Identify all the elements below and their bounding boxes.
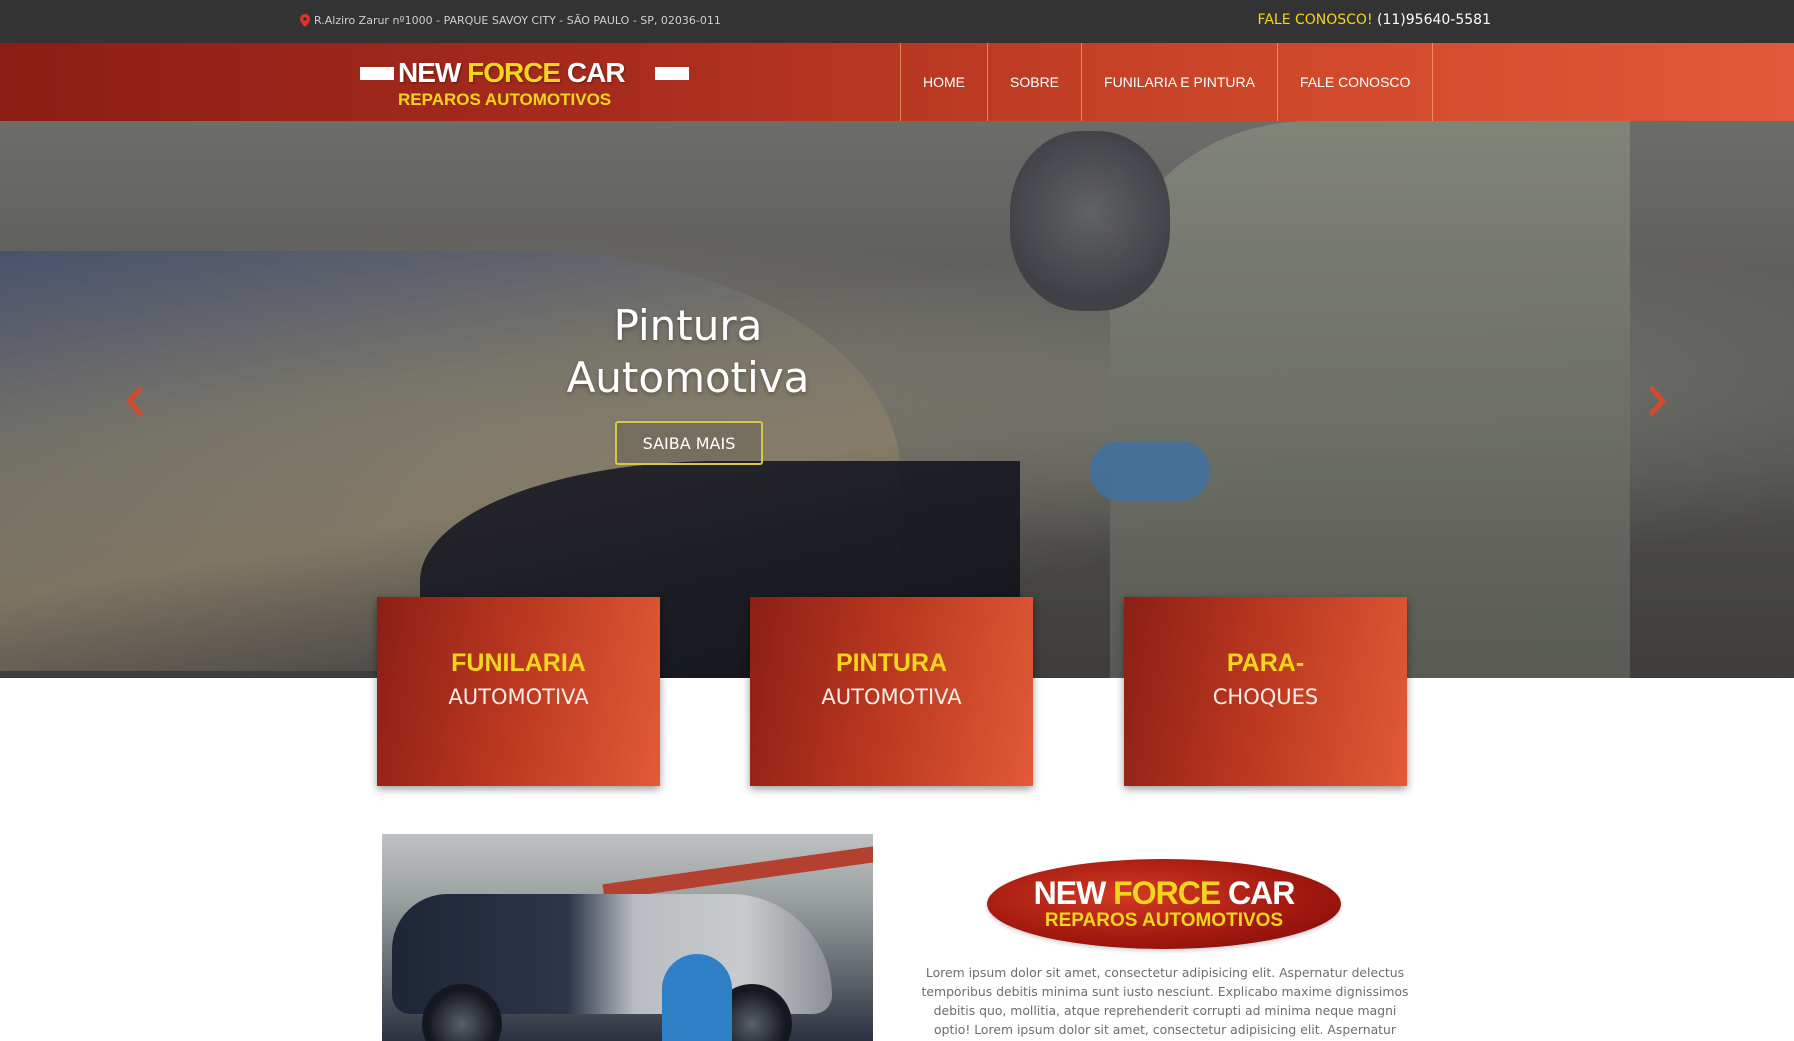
service-card-subtitle: AUTOMOTIVA	[448, 684, 589, 709]
about-photo	[382, 834, 873, 1041]
hero-slider: Pintura Automotiva SAIBA MAIS	[0, 121, 1794, 678]
nav-fale-conosco[interactable]: FALE CONOSCO	[1276, 43, 1434, 121]
service-card-title: PARA-	[1226, 648, 1305, 677]
logo-bar-right	[655, 67, 689, 80]
contact-label: FALE CONOSCO!	[1257, 12, 1373, 28]
about-logo-title: NEW FORCE CAR	[1033, 875, 1296, 911]
service-card-subtitle: AUTOMOTIVA	[821, 684, 962, 709]
chevron-right-icon	[1649, 386, 1666, 416]
main-header: NEW FORCE CAR REPAROS AUTOMOTIVOS HOME S…	[0, 43, 1794, 121]
hero-title-line1: Pintura	[613, 301, 763, 350]
photo-wall-stripe	[602, 839, 873, 901]
logo-tagline: REPAROS AUTOMOTIVOS	[398, 90, 612, 109]
service-card-pintura[interactable]: PINTURA AUTOMOTIVA	[750, 597, 1033, 786]
map-pin-icon	[300, 14, 310, 27]
service-card-funilaria[interactable]: FUNILARIA AUTOMOTIVA	[377, 597, 660, 786]
contact[interactable]: FALE CONOSCO! (11)95640-5581	[1258, 12, 1491, 28]
saiba-mais-button[interactable]: SAIBA MAIS	[615, 421, 763, 465]
contact-phone[interactable]: (11)95640-5581	[1377, 12, 1491, 28]
main-nav: HOME SOBRE FUNILARIA E PINTURA FALE CONO…	[900, 43, 1434, 121]
service-card-title: PINTURA	[835, 648, 948, 677]
about-logo-tagline: REPAROS AUTOMOTIVOS	[1044, 910, 1284, 931]
service-card-para-choques[interactable]: PARA- CHOQUES	[1124, 597, 1407, 786]
service-card-title: FUNILARIA	[451, 648, 586, 677]
about-text: Lorem ipsum dolor sit amet, consectetur …	[921, 965, 1409, 1037]
nav-sobre[interactable]: SOBRE	[987, 43, 1081, 121]
logo[interactable]: NEW FORCE CAR REPAROS AUTOMOTIVOS	[360, 53, 689, 113]
about-logo: NEW FORCE CAR REPAROS AUTOMOTIVOS	[987, 859, 1341, 949]
address: R.Alziro Zarur nº1000 - PARQUE SAVOY CIT…	[300, 14, 721, 27]
logo-bar-left	[360, 67, 394, 80]
hero-title-line2: Automotiva	[566, 353, 810, 402]
logo-title: NEW FORCE CAR	[398, 57, 626, 88]
slider-prev-button[interactable]	[122, 383, 146, 419]
nav-home[interactable]: HOME	[900, 43, 987, 121]
service-card-subtitle: CHOQUES	[1212, 684, 1319, 709]
nav-funilaria-e-pintura[interactable]: FUNILARIA E PINTURA	[1081, 43, 1277, 121]
photo-worker	[662, 954, 732, 1041]
top-info-bar: R.Alziro Zarur nº1000 - PARQUE SAVOY CIT…	[0, 0, 1794, 43]
address-text: R.Alziro Zarur nº1000 - PARQUE SAVOY CIT…	[314, 14, 721, 27]
slider-next-button[interactable]	[1646, 383, 1670, 419]
chevron-left-icon	[126, 386, 143, 416]
